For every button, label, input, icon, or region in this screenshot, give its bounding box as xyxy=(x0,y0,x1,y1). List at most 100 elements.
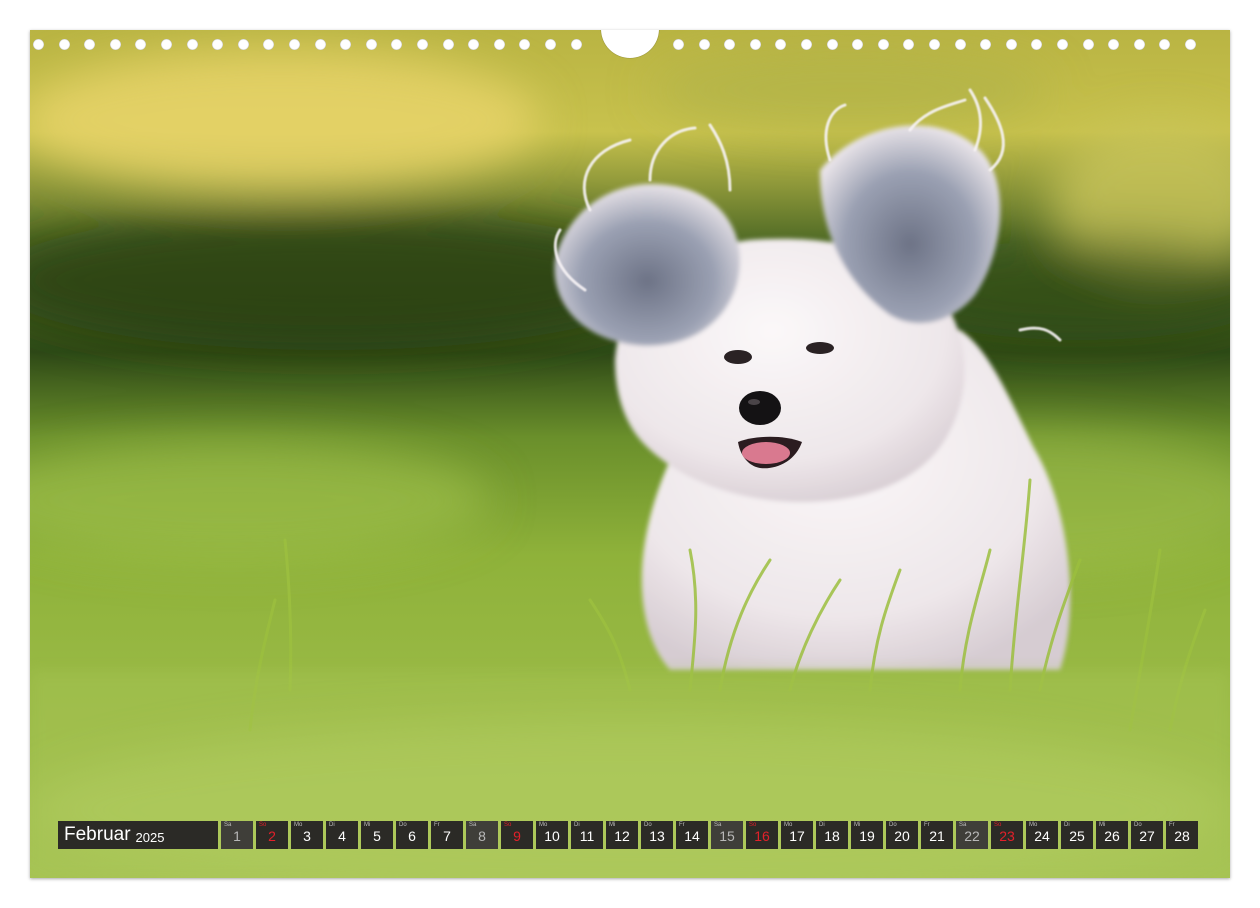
day-cell: Fr 14 xyxy=(676,821,708,849)
binding-hole xyxy=(801,39,812,50)
month-label: Februar 2025 xyxy=(58,821,218,849)
day-cell: Di 25 xyxy=(1061,821,1093,849)
binding-hole xyxy=(954,39,966,50)
binding-hole xyxy=(212,39,224,50)
binding-hole xyxy=(1159,39,1171,50)
binding-hole xyxy=(365,39,377,50)
day-cell: Mo 3 xyxy=(291,821,323,849)
binding-hole xyxy=(1108,39,1120,50)
day-cell: Di 4 xyxy=(326,821,358,849)
binding-hole xyxy=(33,39,44,50)
day-number: 10 xyxy=(544,828,560,844)
day-number: 4 xyxy=(338,828,346,844)
day-cell: Mi 5 xyxy=(361,821,393,849)
day-number: 19 xyxy=(859,828,875,844)
binding-hole xyxy=(980,39,992,50)
binding-hole xyxy=(1031,39,1043,50)
binding-hole xyxy=(749,39,761,50)
binding-hole xyxy=(570,39,582,50)
binding-hole xyxy=(852,39,864,50)
day-number: 2 xyxy=(268,828,276,844)
day-number: 5 xyxy=(373,828,381,844)
binding-hole xyxy=(84,39,96,50)
month-name: Februar xyxy=(64,824,131,845)
day-number: 21 xyxy=(929,828,945,844)
day-cell: So 23 xyxy=(991,821,1023,849)
binding-hole xyxy=(314,39,326,50)
day-cell: Mi 19 xyxy=(851,821,883,849)
day-cell: Di 11 xyxy=(571,821,603,849)
binding-hole xyxy=(929,39,940,50)
day-number: 28 xyxy=(1174,828,1190,844)
day-number: 13 xyxy=(649,828,665,844)
binding-hole xyxy=(545,39,556,50)
day-number: 18 xyxy=(824,828,840,844)
binding-hole xyxy=(391,39,403,50)
day-number: 6 xyxy=(408,828,416,844)
day-number: 3 xyxy=(303,828,311,844)
day-number: 17 xyxy=(789,828,805,844)
binding-hole xyxy=(109,39,121,50)
day-number: 25 xyxy=(1069,828,1085,844)
calendar-strip: Februar 2025 Sa 1 So 2 Mo 3 Di 4 Mi 5 Do 6 Fr 7 Sa 8 So 9… xyxy=(58,821,1198,849)
day-number: 20 xyxy=(894,828,910,844)
day-cell: Sa 22 xyxy=(956,821,988,849)
day-number: 11 xyxy=(579,828,595,844)
binding-hole xyxy=(698,39,710,50)
day-number: 22 xyxy=(964,828,980,844)
day-cell: Do 6 xyxy=(396,821,428,849)
day-cell: Fr 7 xyxy=(431,821,463,849)
day-cell: Mo 24 xyxy=(1026,821,1058,849)
day-cell: So 9 xyxy=(501,821,533,849)
day-cell: Sa 8 xyxy=(466,821,498,849)
binding-hole xyxy=(1185,39,1196,50)
day-cell: Do 13 xyxy=(641,821,673,849)
day-cell: Do 27 xyxy=(1131,821,1163,849)
day-number: 23 xyxy=(999,828,1015,844)
year: 2025 xyxy=(135,829,165,845)
binding-hole xyxy=(442,39,454,50)
day-number: 1 xyxy=(233,828,241,844)
day-cell: Mi 26 xyxy=(1096,821,1128,849)
day-cell: Fr 21 xyxy=(921,821,953,849)
binding-hole xyxy=(263,39,275,50)
day-cell: Di 18 xyxy=(816,821,848,849)
binding-hole xyxy=(289,39,300,50)
day-cell: Sa 1 xyxy=(221,821,253,849)
binding-hole xyxy=(826,39,838,50)
binding-hole xyxy=(673,39,684,50)
binding-hole xyxy=(1005,39,1017,50)
day-number: 7 xyxy=(443,828,451,844)
binding-hole xyxy=(340,39,352,50)
day-number: 14 xyxy=(684,828,700,844)
binding-hole xyxy=(468,39,480,50)
binding-hole xyxy=(161,39,172,50)
binding-hole xyxy=(186,39,198,50)
binding-hole xyxy=(1057,39,1068,50)
day-cells: Sa 1 So 2 Mo 3 Di 4 Mi 5 Do 6 Fr 7 Sa 8 So 9 Mo 10 Di 11 Mi 12 D… xyxy=(221,821,1198,849)
binding-hole xyxy=(237,39,249,50)
day-cell: Mo 17 xyxy=(781,821,813,849)
day-cell: Mo 10 xyxy=(536,821,568,849)
day-cell: Do 20 xyxy=(886,821,918,849)
day-cell: So 2 xyxy=(256,821,288,849)
calendar-page: Februar 2025 Sa 1 So 2 Mo 3 Di 4 Mi 5 Do 6 Fr 7 Sa 8 So 9… xyxy=(30,30,1230,878)
binding-hole xyxy=(417,39,428,50)
binding-hole xyxy=(135,39,147,50)
binding-hole xyxy=(877,39,889,50)
day-cell: Mi 12 xyxy=(606,821,638,849)
dog-photo xyxy=(30,30,1230,878)
binding-hole xyxy=(775,39,787,50)
binding-hole xyxy=(903,39,915,50)
day-number: 26 xyxy=(1104,828,1120,844)
day-number: 16 xyxy=(754,828,770,844)
day-number: 24 xyxy=(1034,828,1050,844)
binding-hole xyxy=(519,39,531,50)
day-number: 12 xyxy=(614,828,630,844)
binding-hole xyxy=(58,39,70,50)
day-number: 15 xyxy=(719,828,735,844)
day-number: 8 xyxy=(478,828,486,844)
binding-hole xyxy=(1082,39,1094,50)
binding-hole xyxy=(1133,39,1145,50)
day-number: 27 xyxy=(1139,828,1155,844)
